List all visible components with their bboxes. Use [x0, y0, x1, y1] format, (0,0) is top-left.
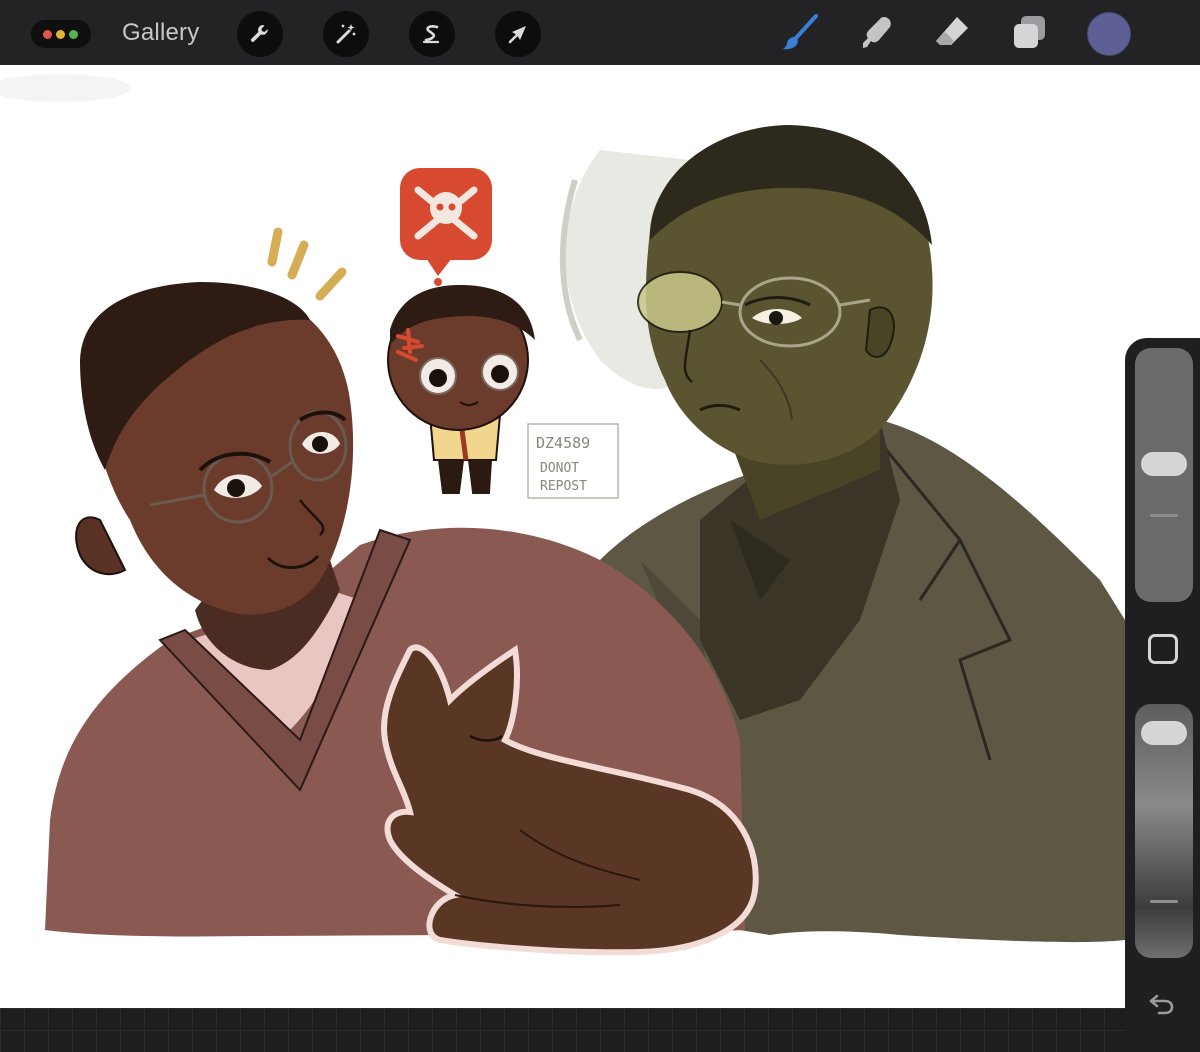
selection-button[interactable] [409, 11, 455, 57]
side-toolbar [1125, 338, 1200, 1052]
adjustments-button[interactable] [323, 11, 369, 57]
watermark-line3: REPOST [540, 479, 587, 494]
modify-button[interactable] [1148, 634, 1178, 664]
opacity-slider[interactable] [1135, 704, 1193, 958]
layers-icon[interactable] [1010, 12, 1050, 52]
yellow-dot-icon [56, 30, 65, 39]
actions-button[interactable] [237, 11, 283, 57]
eraser-icon[interactable] [932, 12, 972, 52]
color-picker-button[interactable] [1087, 12, 1131, 56]
brush-icon[interactable] [780, 12, 820, 52]
opacity-thumb[interactable] [1141, 720, 1187, 745]
transform-button[interactable] [495, 11, 541, 57]
bottom-grid-strip [0, 1008, 1125, 1052]
window-menu-button[interactable] [31, 20, 91, 48]
green-dot-icon [69, 30, 78, 39]
brush-size-slider[interactable] [1135, 348, 1193, 602]
drawing-canvas[interactable]: DZ4589 DONOT REPOST [0, 65, 1200, 1008]
smudge-icon[interactable] [857, 12, 897, 52]
gallery-button[interactable]: Gallery [122, 16, 199, 50]
selection-s-icon [422, 25, 440, 44]
red-dot-icon [43, 30, 52, 39]
brush-size-mark [1150, 514, 1178, 517]
watermark-line1: DZ4589 [536, 434, 590, 452]
transform-arrow-icon [508, 26, 526, 44]
opacity-mark [1150, 900, 1178, 903]
artwork-illustration: DZ4589 DONOT REPOST [0, 74, 1125, 956]
chibi-figure [387, 168, 535, 494]
top-toolbar: Gallery [0, 0, 1200, 65]
watermark-line2: DONOT [540, 461, 579, 476]
undo-icon[interactable] [1147, 988, 1177, 1018]
magic-wand-icon [336, 24, 356, 44]
wrench-icon [250, 25, 268, 42]
brush-size-thumb[interactable] [1141, 452, 1187, 477]
